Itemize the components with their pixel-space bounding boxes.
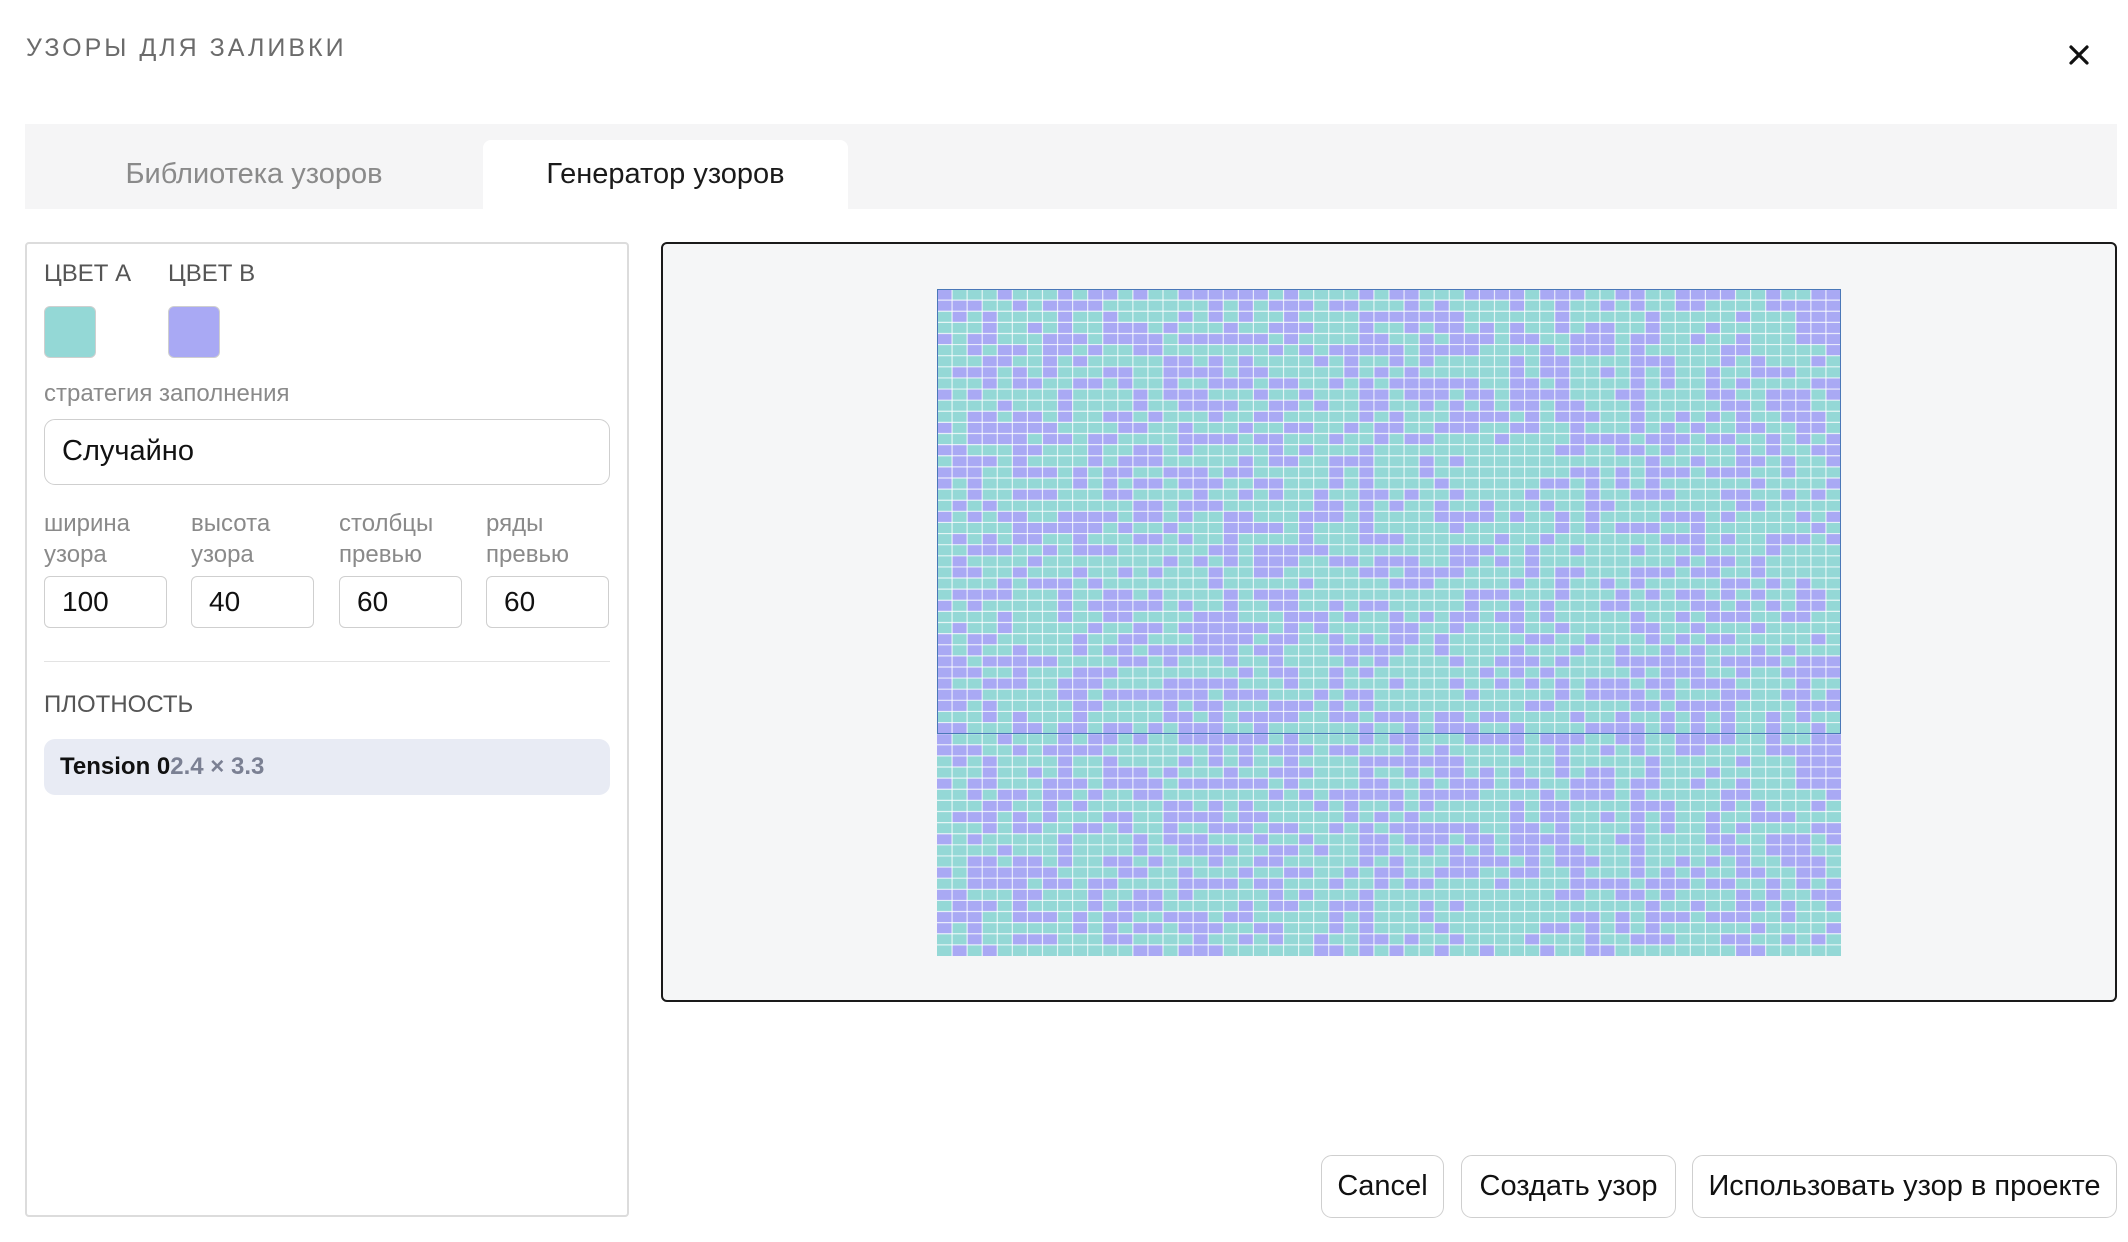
- pattern-width-label: ширина узора: [44, 510, 131, 568]
- pattern-preview-grid: [937, 289, 1841, 956]
- close-icon: [2069, 45, 2089, 65]
- divider: [44, 661, 610, 662]
- color-b-label: ЦВЕТ B: [168, 260, 256, 287]
- pattern-height-label: высота узора: [191, 510, 271, 568]
- density-chip[interactable]: Tension 02.4 × 3.3: [44, 739, 610, 795]
- density-chip-name: Tension 0: [60, 753, 171, 780]
- close-button[interactable]: [2054, 30, 2104, 80]
- preview-columns-input[interactable]: [339, 576, 462, 628]
- use-pattern-button[interactable]: Использовать узор в проекте: [1692, 1155, 2117, 1218]
- density-label: ПЛОТНОСТЬ: [44, 691, 194, 718]
- color-a-label: ЦВЕТ A: [44, 260, 132, 287]
- pattern-width-input[interactable]: [44, 576, 167, 628]
- pattern-preview-frame: [661, 242, 2117, 1002]
- tab-generator[interactable]: Генератор узоров: [483, 140, 848, 209]
- color-b-swatch[interactable]: [168, 306, 220, 358]
- preview-rows-input[interactable]: [486, 576, 609, 628]
- fill-strategy-label: стратегия заполнения: [44, 380, 290, 407]
- preview-columns-label: столбцы превью: [339, 510, 434, 568]
- tab-library[interactable]: Библиотека узоров: [25, 140, 483, 209]
- color-a-swatch[interactable]: [44, 306, 96, 358]
- pattern-height-input[interactable]: [191, 576, 314, 628]
- fill-patterns-dialog: УЗОРЫ ДЛЯ ЗАЛИВКИ Библиотека узоров Гене…: [0, 0, 2128, 1242]
- cancel-button[interactable]: Cancel: [1321, 1155, 1444, 1218]
- create-pattern-button[interactable]: Создать узор: [1461, 1155, 1676, 1218]
- generator-settings-panel: ЦВЕТ A ЦВЕТ B стратегия заполнения Случа…: [25, 242, 629, 1217]
- tab-strip: Библиотека узоров Генератор узоров: [25, 124, 2117, 209]
- fill-strategy-select[interactable]: Случайно: [44, 419, 610, 485]
- preview-rows-label: ряды превью: [486, 510, 569, 568]
- density-chip-size: 2.4 × 3.3: [170, 753, 265, 780]
- dialog-title: УЗОРЫ ДЛЯ ЗАЛИВКИ: [26, 34, 347, 62]
